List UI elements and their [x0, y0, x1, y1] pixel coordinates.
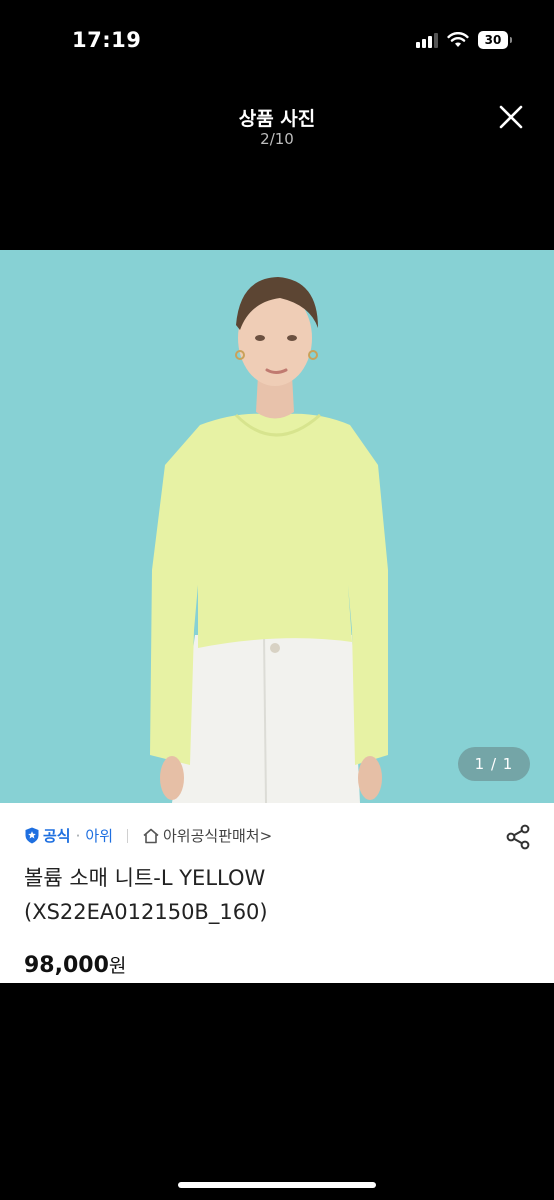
chevron-right-icon: >	[259, 826, 273, 845]
product-meta-row: 공식 · 아위 아위공식판매처 >	[24, 825, 272, 846]
store-link[interactable]: 아위공식판매처 >	[142, 825, 272, 846]
product-title: 볼륨 소매 니트-L YELLOW (XS22EA012150B_160)	[24, 861, 524, 929]
photo-counter: 2/10	[260, 130, 294, 148]
price-unit: 원	[108, 955, 127, 977]
product-card: 공식 · 아위 아위공식판매처 > 볼륨 소매 니트-L YELLOW (XS2…	[0, 803, 554, 983]
photo-viewer-header: 상품 사진 2/10	[0, 84, 554, 250]
official-shield-icon	[25, 827, 39, 844]
home-indicator	[178, 1182, 376, 1188]
status-icons: 30	[416, 31, 512, 49]
brand-link[interactable]: 아위	[85, 825, 113, 846]
home-icon	[143, 828, 159, 843]
official-badge: 공식	[24, 825, 71, 846]
battery-icon: 30	[478, 31, 512, 49]
separator-dot: ·	[75, 826, 81, 845]
share-icon[interactable]	[504, 823, 532, 851]
signal-icon	[416, 32, 438, 48]
product-title-line2: (XS22EA012150B_160)	[24, 900, 268, 924]
official-label: 공식	[43, 827, 71, 845]
product-price: 98,000원	[24, 951, 126, 978]
store-label: 아위공식판매처	[163, 827, 260, 845]
page-title: 상품 사진	[238, 108, 316, 130]
divider	[127, 828, 128, 843]
product-title-line1: 볼륨 소매 니트-L YELLOW	[24, 866, 266, 890]
model-illustration	[0, 250, 554, 803]
wifi-icon	[447, 32, 469, 47]
close-icon[interactable]	[494, 100, 528, 134]
product-photo[interactable]	[0, 250, 554, 803]
status-time: 17:19	[72, 28, 142, 52]
photo-pager: 1 / 1	[458, 747, 530, 781]
status-bar: 17:19 30	[0, 0, 554, 84]
price-value: 98,000	[24, 953, 109, 978]
